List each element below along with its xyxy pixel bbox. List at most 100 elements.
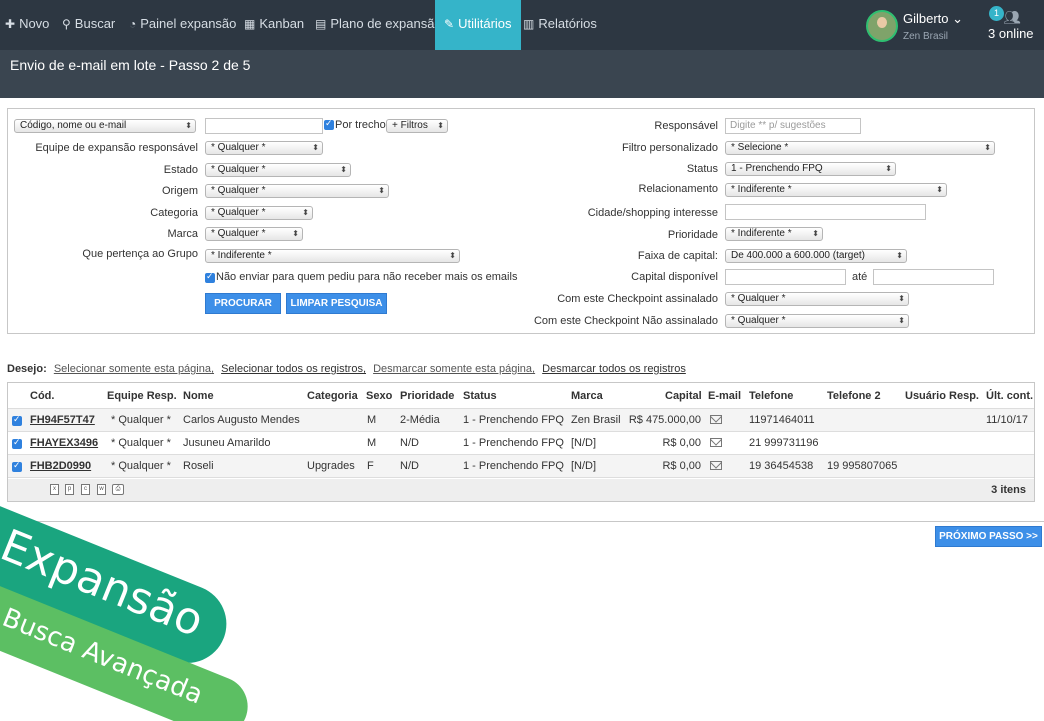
prioridade-label: Prioridade — [667, 229, 718, 241]
col-usuario[interactable]: Usuário Resp. — [905, 390, 979, 402]
proximo-passo-button[interactable]: PRÓXIMO PASSO >> — [935, 526, 1042, 547]
col-categoria[interactable]: Categoria — [307, 390, 358, 402]
envelope-icon[interactable] — [710, 438, 722, 447]
row-telefone: 21 999731196 — [749, 437, 819, 449]
cidade-input[interactable] — [725, 204, 926, 220]
col-marca[interactable]: Marca — [571, 390, 603, 402]
chevron-down-icon: ⌄ — [952, 11, 964, 26]
row-marca: [N/D] — [571, 437, 597, 449]
capital-min-input[interactable] — [725, 269, 846, 285]
pdf-icon[interactable]: p — [65, 484, 74, 495]
row-cod[interactable]: FHAYEX3496 — [30, 437, 98, 449]
col-equipe[interactable]: Equipe Resp. — [107, 390, 177, 402]
word-icon[interactable]: w — [97, 484, 106, 495]
col-sexo[interactable]: Sexo — [366, 390, 392, 402]
grupo-select[interactable]: * Indiferente * — [205, 249, 460, 263]
row-checkbox[interactable] — [12, 437, 22, 449]
estado-label: Estado — [163, 164, 198, 176]
nav-kanban[interactable]: ▦ Kanban — [244, 0, 304, 50]
deselect-page-link[interactable]: Desmarcar somente esta página, — [373, 363, 535, 375]
row-checkbox[interactable] — [12, 460, 22, 472]
table-row[interactable]: FHB2D0990 * Qualquer * Roseli Upgrades F… — [8, 455, 1034, 478]
user-name-text: Gilberto — [903, 11, 949, 26]
row-sexo: F — [367, 460, 374, 472]
row-capital: R$ 0,00 — [662, 437, 701, 449]
estado-select[interactable]: * Qualquer * — [205, 163, 351, 177]
capital-disponivel-label: Capital disponível — [631, 271, 718, 283]
limpar-pesquisa-button[interactable]: LIMPAR PESQUISA — [286, 293, 387, 314]
table-row[interactable]: FHAYEX3496 * Qualquer * Jusuneu Amarildo… — [8, 432, 1034, 455]
online-badge: 1 — [989, 6, 1004, 21]
row-cod[interactable]: FHB2D0990 — [30, 460, 91, 472]
online-users[interactable]: 1 👥︎ 3 online — [986, 6, 1038, 44]
row-prioridade: N/D — [400, 437, 419, 449]
col-email[interactable]: E-mail — [708, 390, 741, 402]
nav-relatorios[interactable]: ▥ Relatórios — [523, 0, 597, 50]
nav-kanban-label: Kanban — [259, 16, 305, 31]
capital-max-input[interactable] — [873, 269, 994, 285]
nav-novo[interactable]: ✚ Novo — [5, 0, 49, 50]
status-select[interactable]: 1 - Prenchendo FPQ — [725, 162, 896, 176]
select-all-link[interactable]: Selecionar todos os registros, — [221, 363, 366, 375]
excel-icon[interactable]: x — [50, 484, 59, 495]
row-capital: R$ 475.000,00 — [628, 414, 701, 426]
row-checkbox[interactable] — [12, 414, 22, 426]
wrench-icon: ✎ — [444, 17, 455, 31]
col-nome[interactable]: Nome — [183, 390, 214, 402]
divider — [0, 521, 1044, 522]
col-telefone[interactable]: Telefone — [749, 390, 793, 402]
select-page-link[interactable]: Selecionar somente esta página, — [54, 363, 214, 375]
responsavel-input[interactable]: Digite ** p/ sugestões — [725, 118, 861, 134]
procurar-button[interactable]: PROCURAR — [205, 293, 281, 314]
table-row[interactable]: FH94F57T47 * Qualquer * Carlos Augusto M… — [8, 409, 1034, 432]
filtro-personalizado-select[interactable]: * Selecione * — [725, 141, 995, 155]
filtros-select[interactable]: + Filtros — [386, 119, 448, 133]
checkpoint-label: Com este Checkpoint assinalado — [557, 293, 718, 305]
col-prioridade[interactable]: Prioridade — [400, 390, 454, 402]
search-type-select[interactable]: Código, nome ou e-mail — [14, 119, 196, 133]
search-icon: ⚲ — [62, 17, 71, 31]
row-categoria: Upgrades — [307, 460, 355, 472]
bar-chart-icon: ▥ — [523, 17, 535, 31]
nav-buscar-label: Buscar — [74, 16, 116, 31]
filtro-personalizado-label: Filtro personalizado — [622, 142, 718, 154]
equipe-select[interactable]: * Qualquer * — [205, 141, 323, 155]
relacionamento-label: Relacionamento — [638, 183, 719, 195]
col-cod[interactable]: Cód. — [30, 390, 54, 402]
categoria-select[interactable]: * Qualquer * — [205, 206, 313, 220]
row-cod[interactable]: FH94F57T47 — [30, 414, 95, 426]
prioridade-select[interactable]: * Indiferente * — [725, 227, 823, 241]
col-telefone2[interactable]: Telefone 2 — [827, 390, 881, 402]
nav-plano-expansao[interactable]: ▤ Plano de expansão — [315, 0, 442, 50]
envelope-icon[interactable] — [710, 461, 722, 470]
checkpoint-select[interactable]: * Qualquer * — [725, 292, 909, 306]
faixa-capital-select[interactable]: De 400.000 a 600.000 (target) — [725, 249, 907, 263]
nav-utilitarios[interactable]: ✎ Utilitários — [435, 0, 521, 57]
search-input[interactable] — [205, 118, 323, 134]
csv-icon[interactable]: c — [81, 484, 90, 495]
col-capital[interactable]: Capital — [665, 390, 702, 402]
origem-select[interactable]: * Qualquer * — [205, 184, 389, 198]
nav-buscar[interactable]: ⚲ Buscar — [62, 0, 115, 50]
nao-enviar-checkbox[interactable] — [205, 271, 215, 283]
status-label: Status — [686, 163, 718, 175]
col-status[interactable]: Status — [463, 390, 497, 402]
envelope-icon[interactable] — [710, 415, 722, 424]
marca-select[interactable]: * Qualquer * — [205, 227, 303, 241]
faixa-capital-label: Faixa de capital: — [637, 250, 718, 262]
online-count: 3 online — [988, 26, 1034, 41]
row-ult-cont: 11/10/17 — [986, 414, 1029, 426]
col-ult-cont[interactable]: Últ. cont. — [986, 390, 1033, 402]
por-trecho-checkbox[interactable] — [324, 118, 334, 130]
nav-painel-expansao[interactable]: ◔ Painel expansão — [129, 0, 236, 50]
nav-painel-label: Painel expansão — [140, 16, 237, 31]
print-icon[interactable]: ⎙ — [112, 484, 124, 495]
checkpoint-nao-select[interactable]: * Qualquer * — [725, 314, 909, 328]
row-status: 1 - Prenchendo FPQ — [463, 460, 564, 472]
row-equipe: * Qualquer * — [111, 460, 171, 472]
relacionamento-select[interactable]: * Indiferente * — [725, 183, 947, 197]
results-table: Cód. Equipe Resp. Nome Categoria Sexo Pr… — [7, 382, 1035, 502]
filter-panel: Código, nome ou e-mail Por trecho + Filt… — [7, 108, 1035, 334]
deselect-all-link[interactable]: Desmarcar todos os registros — [542, 363, 686, 375]
items-count: 3 itens — [991, 484, 1026, 496]
